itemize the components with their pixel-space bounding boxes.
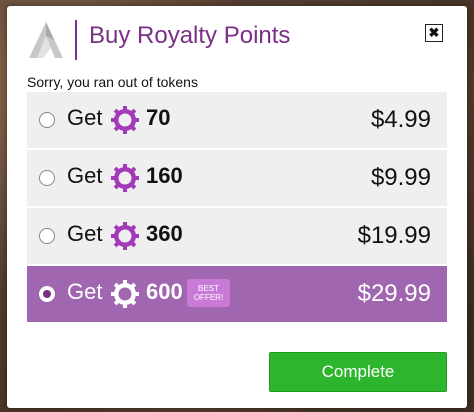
- token-gear-icon: [111, 164, 139, 192]
- radio-button-selected[interactable]: [39, 286, 55, 302]
- dialog-title: Buy Royalty Points: [89, 22, 291, 49]
- purchase-option-600[interactable]: Get 600 BEST OFFER! $29.99: [27, 266, 447, 322]
- token-amount: 70: [146, 105, 171, 130]
- get-label: Get: [67, 221, 103, 246]
- purchase-option-160[interactable]: Get 160 $9.99: [27, 150, 447, 206]
- buy-points-dialog: Buy Royalty Points ✖ Sorry, you ran out …: [7, 6, 467, 408]
- header-divider: [75, 20, 77, 60]
- price: $29.99: [357, 280, 431, 307]
- dialog-header: Buy Royalty Points ✖: [7, 6, 467, 72]
- purchase-option-360[interactable]: Get 360 $19.99: [27, 208, 447, 264]
- purchase-options-list: Get 70 $4.99 Get 160 $9.99 Get 360 $19.9…: [27, 92, 447, 324]
- token-gear-icon: [111, 222, 139, 250]
- get-label: Get: [67, 163, 103, 188]
- close-button[interactable]: ✖: [425, 24, 443, 42]
- get-label: Get: [67, 105, 103, 130]
- out-of-tokens-message: Sorry, you ran out of tokens: [27, 74, 198, 90]
- purchase-option-70[interactable]: Get 70 $4.99: [27, 92, 447, 148]
- token-amount: 360: [146, 221, 183, 246]
- complete-button[interactable]: Complete: [269, 352, 447, 392]
- radio-button[interactable]: [39, 112, 55, 128]
- get-label: Get: [67, 279, 103, 304]
- token-gear-icon: [111, 106, 139, 134]
- app-logo-icon: [29, 22, 63, 58]
- radio-dot: [43, 290, 51, 298]
- radio-button[interactable]: [39, 170, 55, 186]
- token-gear-icon: [111, 280, 139, 308]
- token-amount: 600: [146, 279, 183, 304]
- token-amount: 160: [146, 163, 183, 188]
- price: $19.99: [357, 222, 431, 249]
- best-offer-badge: BEST OFFER!: [187, 279, 230, 307]
- price: $4.99: [370, 106, 431, 133]
- price: $9.99: [370, 164, 431, 191]
- radio-button[interactable]: [39, 228, 55, 244]
